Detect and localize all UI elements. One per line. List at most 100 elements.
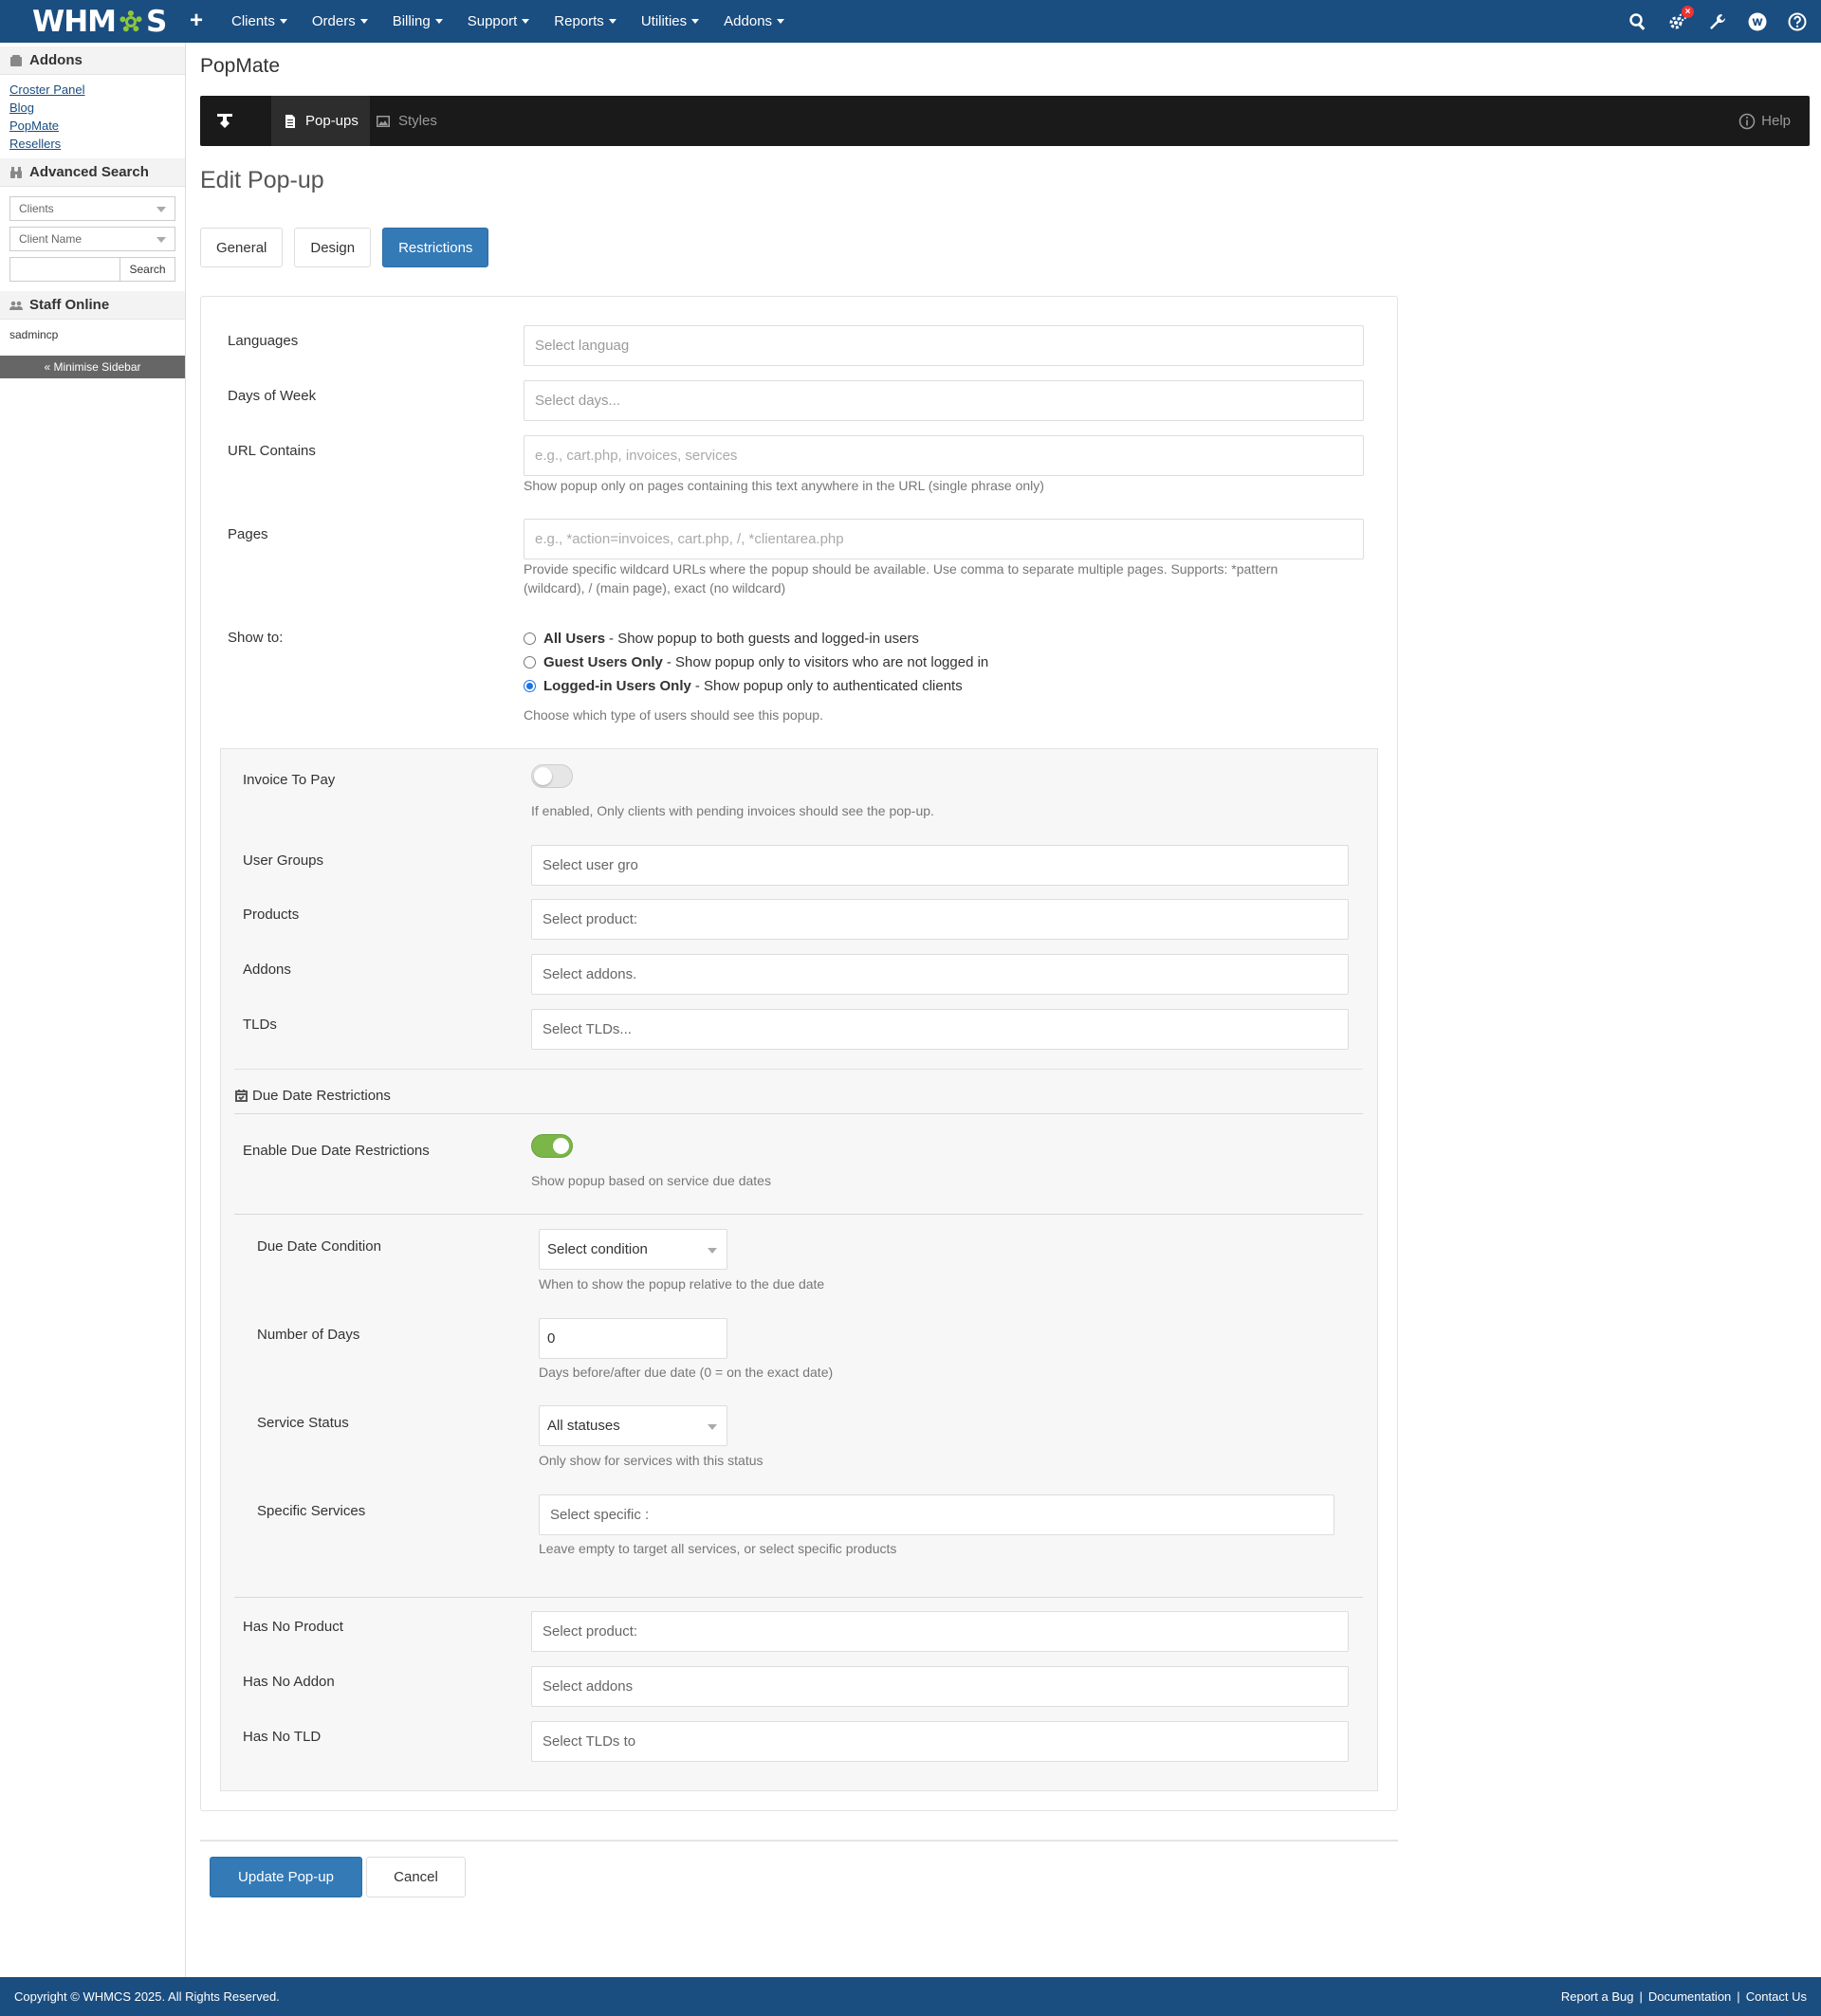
number-of-days-label: Number of Days: [257, 1327, 360, 1343]
radio-guest-users[interactable]: [524, 656, 536, 669]
number-of-days-input[interactable]: 0: [539, 1318, 727, 1359]
due-date-condition-help: When to show the popup relative to the d…: [539, 1276, 825, 1292]
tab-restrictions[interactable]: Restrictions: [382, 228, 489, 267]
divider: [234, 1597, 1363, 1598]
due-date-condition-select[interactable]: Select condition: [539, 1229, 727, 1270]
whmcs-marketplace-icon[interactable]: [1747, 11, 1768, 32]
pages-help-line2: (wildcard), / (main page), exact (no wil…: [524, 580, 786, 596]
show-logged-in-users-option[interactable]: Logged-in Users Only - Show popup only to…: [524, 678, 963, 694]
enable-due-date-help: Show popup based on service due dates: [531, 1173, 771, 1188]
gear-logo-icon: [117, 8, 145, 36]
footer-separator: |: [1737, 1989, 1740, 2004]
wrench-icon[interactable]: [1707, 11, 1728, 32]
pages-help-line1: Provide specific wildcard URLs where the…: [524, 561, 1278, 577]
caret-down-icon: [777, 19, 785, 24]
page-title: PopMate: [200, 55, 281, 77]
footer-links: Report a Bug | Documentation | Contact U…: [1561, 1989, 1807, 2004]
search-field-select[interactable]: Client Name: [9, 227, 175, 251]
module-toolbar: Pop-ups Styles Help: [200, 96, 1810, 146]
tlds-select[interactable]: Select TLDs...: [531, 1009, 1349, 1050]
staff-online-name: sadmincp: [9, 328, 59, 341]
help-icon[interactable]: [1787, 11, 1808, 32]
invoice-to-pay-help: If enabled, Only clients with pending in…: [531, 803, 934, 818]
sidebar-search-button[interactable]: Search: [120, 257, 175, 282]
nav-clients[interactable]: Clients: [231, 13, 287, 29]
addons-select[interactable]: Select addons.: [531, 954, 1349, 995]
footer-separator: |: [1639, 1989, 1643, 2004]
divider: [234, 1113, 1363, 1114]
search-icon[interactable]: [1628, 11, 1648, 32]
sidebar-link-popmate[interactable]: PopMate: [9, 117, 175, 135]
divider: [234, 1069, 1363, 1070]
specific-services-help: Leave empty to target all services, or s…: [539, 1541, 897, 1556]
sidebar-search-input[interactable]: [9, 257, 120, 282]
products-label: Products: [243, 907, 300, 923]
documentation-link[interactable]: Documentation: [1648, 1989, 1731, 2004]
contact-us-link[interactable]: Contact Us: [1746, 1989, 1807, 2004]
url-contains-label: URL Contains: [228, 443, 316, 459]
help-link[interactable]: Help: [1738, 96, 1791, 146]
nav-utilities[interactable]: Utilities: [641, 13, 700, 29]
whmcs-logo[interactable]: WHM S: [32, 5, 167, 39]
products-select[interactable]: Select product:: [531, 899, 1349, 940]
nav-billing[interactable]: Billing: [393, 13, 443, 29]
update-popup-button[interactable]: Update Pop-up: [210, 1857, 362, 1897]
minimise-sidebar-button[interactable]: « Minimise Sidebar: [0, 356, 185, 378]
tab-general[interactable]: General: [200, 228, 284, 267]
show-all-users-option[interactable]: All Users - Show popup to both guests and…: [524, 631, 919, 647]
divider: [234, 1214, 1363, 1215]
caret-down-icon: [691, 19, 700, 24]
sidebar-link-blog[interactable]: Blog: [9, 99, 175, 117]
cube-icon: [10, 54, 22, 66]
nav-reports[interactable]: Reports: [554, 13, 616, 29]
enable-due-date-label: Enable Due Date Restrictions: [243, 1143, 430, 1159]
tab-popups[interactable]: Pop-ups: [271, 96, 370, 146]
popmate-logo-icon[interactable]: [214, 110, 235, 131]
invoice-to-pay-label: Invoice To Pay: [243, 772, 336, 788]
nav-support[interactable]: Support: [468, 13, 530, 29]
sidebar-link-croster-panel[interactable]: Croster Panel: [9, 81, 175, 99]
tab-styles[interactable]: Styles: [376, 96, 437, 146]
enable-due-date-toggle[interactable]: [531, 1134, 573, 1158]
radio-all-users[interactable]: [524, 632, 536, 645]
sidebar-staff-header: Staff Online: [0, 291, 185, 320]
number-of-days-help: Days before/after due date (0 = on the e…: [539, 1365, 834, 1380]
pages-input[interactable]: e.g., *action=invoices, cart.php, /, *cl…: [524, 519, 1364, 559]
url-contains-input[interactable]: e.g., cart.php, invoices, services: [524, 435, 1364, 476]
has-no-addon-select[interactable]: Select addons: [531, 1666, 1349, 1707]
has-no-product-select[interactable]: Select product:: [531, 1611, 1349, 1652]
sidebar-link-resellers[interactable]: Resellers: [9, 135, 175, 153]
days-of-week-label: Days of Week: [228, 388, 317, 404]
has-no-product-label: Has No Product: [243, 1619, 343, 1635]
search-type-select[interactable]: Clients: [9, 196, 175, 221]
languages-select[interactable]: Select languag: [524, 325, 1364, 366]
footer: Copyright © WHMCS 2025. All Rights Reser…: [0, 1977, 1821, 2016]
invoice-to-pay-toggle[interactable]: [531, 764, 573, 788]
has-no-addon-label: Has No Addon: [243, 1674, 335, 1690]
pages-label: Pages: [228, 526, 268, 542]
sidebar-advanced-search-header: Advanced Search: [0, 158, 185, 187]
tab-design[interactable]: Design: [294, 228, 372, 267]
show-guest-users-option[interactable]: Guest Users Only - Show popup only to vis…: [524, 654, 988, 670]
cancel-button[interactable]: Cancel: [366, 1857, 466, 1897]
show-to-label: Show to:: [228, 630, 284, 646]
add-new-button[interactable]: +: [190, 8, 203, 34]
days-of-week-select[interactable]: Select days...: [524, 380, 1364, 421]
calendar-check-icon: [235, 1090, 248, 1102]
due-date-section-title: Due Date Restrictions: [235, 1088, 391, 1104]
automation-gears-icon[interactable]: ×: [1667, 5, 1694, 32]
has-no-tld-select[interactable]: Select TLDs to: [531, 1721, 1349, 1762]
url-contains-help: Show popup only on pages containing this…: [524, 478, 1044, 493]
report-bug-link[interactable]: Report a Bug: [1561, 1989, 1634, 2004]
service-status-label: Service Status: [257, 1415, 349, 1431]
nav-addons[interactable]: Addons: [724, 13, 785, 29]
caret-down-icon: [522, 19, 530, 24]
service-status-select[interactable]: All statuses: [539, 1405, 727, 1446]
due-date-condition-label: Due Date Condition: [257, 1238, 381, 1255]
specific-services-label: Specific Services: [257, 1503, 366, 1519]
radio-logged-in-users[interactable]: [524, 680, 536, 692]
nav-orders[interactable]: Orders: [312, 13, 368, 29]
user-groups-select[interactable]: Select user gro: [531, 845, 1349, 886]
show-to-help: Choose which type of users should see th…: [524, 707, 823, 723]
specific-services-select[interactable]: Select specific :: [539, 1494, 1334, 1535]
